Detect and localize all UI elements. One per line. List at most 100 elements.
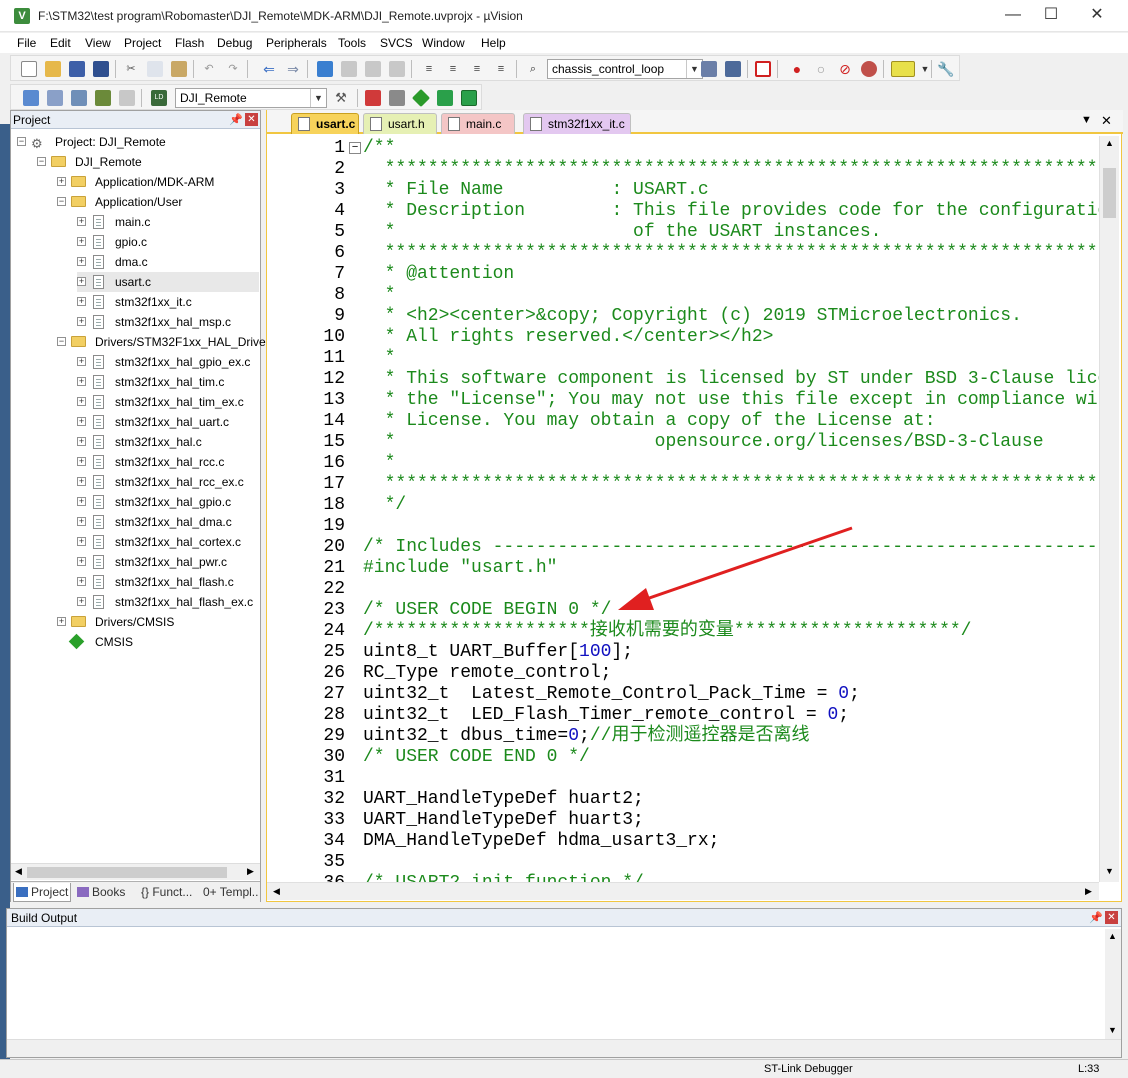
next-bookmark-icon[interactable] xyxy=(365,61,381,77)
save-all-icon[interactable] xyxy=(93,61,109,77)
find-in-files-icon[interactable]: ⌕ xyxy=(525,61,541,77)
tree-file[interactable]: + main.c xyxy=(77,212,257,232)
tree-group[interactable]: + Drivers/CMSIS xyxy=(57,612,257,632)
window-layout-icon[interactable] xyxy=(891,61,915,77)
tree-file[interactable]: + dma.c xyxy=(77,252,257,272)
tree-file[interactable]: + stm32f1xx_hal_gpio_ex.c xyxy=(77,352,257,372)
tree-root[interactable]: − ⚙ Project: DJI_Remote xyxy=(17,132,257,152)
target-combo[interactable]: DJI_Remote ▼ xyxy=(175,88,327,108)
scroll-up-icon[interactable]: ▲ xyxy=(1105,138,1114,148)
expand-icon[interactable]: + xyxy=(77,557,86,566)
prev-bookmark-icon[interactable] xyxy=(341,61,357,77)
menu-view[interactable]: View xyxy=(85,36,111,50)
tree-group[interactable]: − Drivers/STM32F1xx_HAL_Driver xyxy=(57,332,270,352)
expand-icon[interactable]: + xyxy=(77,437,86,446)
save-icon[interactable] xyxy=(69,61,85,77)
menu-debug[interactable]: Debug xyxy=(217,36,252,50)
expand-icon[interactable]: + xyxy=(77,517,86,526)
tree-file[interactable]: + gpio.c xyxy=(77,232,257,252)
tab-usart-c[interactable]: usart.c xyxy=(291,113,359,134)
tree-file[interactable]: + stm32f1xx_hal_flash.c xyxy=(77,572,257,592)
tree-file[interactable]: + stm32f1xx_hal_cortex.c xyxy=(77,532,257,552)
tree-file[interactable]: + stm32f1xx_hal_rcc.c xyxy=(77,452,257,472)
expand-icon[interactable]: + xyxy=(77,497,86,506)
find-combo[interactable]: chassis_control_loop ▼ xyxy=(547,59,703,79)
expand-icon[interactable]: + xyxy=(77,217,86,226)
unindent-icon[interactable]: ≡ xyxy=(445,61,461,77)
batch-build-icon[interactable] xyxy=(95,90,111,106)
editor-vscrollbar[interactable]: ▲ ▼ xyxy=(1099,136,1119,882)
menu-edit[interactable]: Edit xyxy=(50,36,71,50)
new-file-icon[interactable] xyxy=(21,61,37,77)
tree-file[interactable]: + stm32f1xx_hal_tim_ex.c xyxy=(77,392,257,412)
menu-tools[interactable]: Tools xyxy=(338,36,366,50)
select-packs-icon[interactable] xyxy=(437,90,453,106)
maximize-button[interactable]: ☐ xyxy=(1028,0,1074,32)
paste-icon[interactable] xyxy=(171,61,187,77)
fold-toggle-icon[interactable]: − xyxy=(349,142,361,154)
tree-file[interactable]: + stm32f1xx_hal_tim.c xyxy=(77,372,257,392)
scroll-left-icon[interactable]: ◀ xyxy=(273,886,280,897)
tree-cmsis[interactable]: CMSIS xyxy=(57,632,257,652)
file-extensions-icon[interactable] xyxy=(389,90,405,106)
expand-icon[interactable]: + xyxy=(77,357,86,366)
menu-help[interactable]: Help xyxy=(481,36,506,50)
kill-breakpoints-icon[interactable] xyxy=(861,61,877,77)
expand-icon[interactable]: + xyxy=(77,377,86,386)
incremental-find-icon[interactable] xyxy=(701,61,717,77)
collapse-icon[interactable]: − xyxy=(57,337,66,346)
tree-file[interactable]: + stm32f1xx_hal_msp.c xyxy=(77,312,257,332)
expand-icon[interactable]: + xyxy=(77,397,86,406)
tab-templates[interactable]: 0+ Templ... xyxy=(201,883,259,902)
expand-icon[interactable]: + xyxy=(77,257,86,266)
indent-icon[interactable]: ≡ xyxy=(421,61,437,77)
expand-icon[interactable]: + xyxy=(77,597,86,606)
project-hscrollbar[interactable]: ◀ ▶ xyxy=(11,863,260,880)
menu-flash[interactable]: Flash xyxy=(175,36,204,50)
expand-icon[interactable]: + xyxy=(77,297,86,306)
expand-icon[interactable]: + xyxy=(77,577,86,586)
collapse-icon[interactable]: − xyxy=(37,157,46,166)
expand-icon[interactable]: + xyxy=(77,277,86,286)
tab-main-c[interactable]: main.c xyxy=(441,113,515,134)
expand-icon[interactable]: + xyxy=(77,317,86,326)
rte-icon[interactable] xyxy=(461,90,477,106)
undo-icon[interactable]: ↶ xyxy=(201,61,217,77)
tree-group[interactable]: − Application/User xyxy=(57,192,257,212)
code-area[interactable]: 1−/** 2 *********************************… xyxy=(267,138,1099,882)
scroll-right-icon[interactable]: ▶ xyxy=(1085,886,1092,897)
chevron-down-icon[interactable]: ▼ xyxy=(310,89,326,107)
tree-target[interactable]: − DJI_Remote xyxy=(37,152,257,172)
disable-all-breakpoints-icon[interactable]: ⊘ xyxy=(837,61,853,77)
pin-icon[interactable]: 📌 xyxy=(1089,911,1103,924)
find-icon[interactable] xyxy=(725,61,741,77)
comment-icon[interactable]: ≡ xyxy=(469,61,485,77)
open-file-icon[interactable] xyxy=(45,61,61,77)
tree-file[interactable]: + stm32f1xx_hal_uart.c xyxy=(77,412,257,432)
breakpoint-icon[interactable]: ● xyxy=(789,61,805,77)
chevron-down-icon[interactable]: ▼ xyxy=(686,60,702,78)
uncomment-icon[interactable]: ≡ xyxy=(493,61,509,77)
menu-peripherals[interactable]: Peripherals xyxy=(266,36,327,50)
expand-icon[interactable]: + xyxy=(77,477,86,486)
menu-svcs[interactable]: SVCS xyxy=(380,36,413,50)
collapse-icon[interactable]: − xyxy=(57,197,66,206)
expand-icon[interactable]: + xyxy=(57,177,66,186)
configure-icon[interactable]: 🔧 xyxy=(937,61,954,77)
scroll-right-icon[interactable]: ▶ xyxy=(247,866,254,877)
tree-file[interactable]: + stm32f1xx_hal_gpio.c xyxy=(77,492,257,512)
tab-books[interactable]: Books xyxy=(75,883,137,902)
tree-file[interactable]: + stm32f1xx_hal_pwr.c xyxy=(77,552,257,572)
bookmark-icon[interactable] xyxy=(317,61,333,77)
tab-project[interactable]: Project xyxy=(13,883,71,902)
tree-file[interactable]: + stm32f1xx_hal.c xyxy=(77,432,257,452)
menu-window[interactable]: Window xyxy=(422,36,465,50)
translate-icon[interactable] xyxy=(23,90,39,106)
build-output-text[interactable] xyxy=(7,927,1121,1039)
debug-session-icon[interactable] xyxy=(755,61,771,77)
tree-file[interactable]: + stm32f1xx_hal_dma.c xyxy=(77,512,257,532)
target-options-icon[interactable]: ⚒ xyxy=(333,90,349,106)
expand-icon[interactable]: + xyxy=(57,617,66,626)
expand-icon[interactable]: + xyxy=(77,417,86,426)
scroll-left-icon[interactable]: ◀ xyxy=(15,866,22,877)
